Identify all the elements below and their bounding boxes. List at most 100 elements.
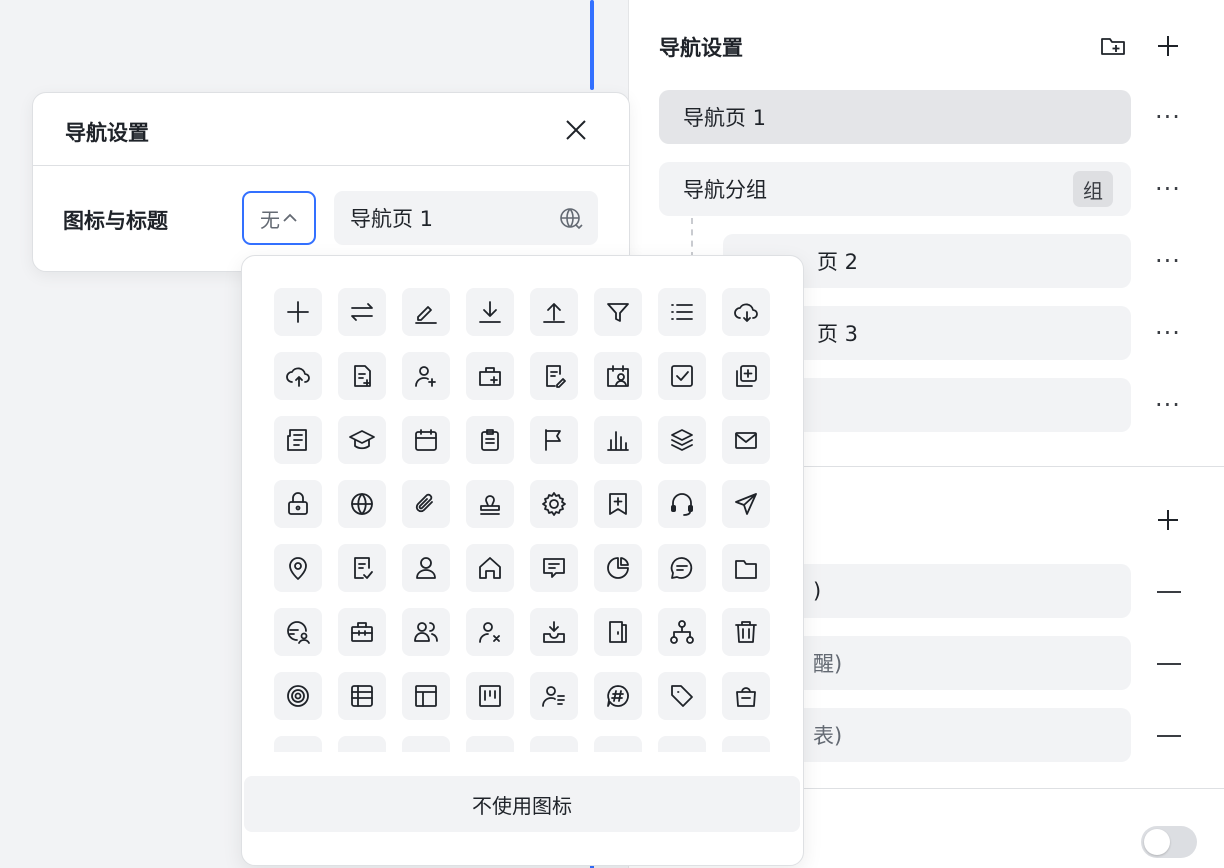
user-icon[interactable] xyxy=(402,544,450,592)
filter-icon[interactable] xyxy=(594,288,642,336)
more-icon[interactable]: ··· xyxy=(1153,102,1183,132)
hashtag-chat-icon[interactable] xyxy=(594,672,642,720)
add-item-icon[interactable] xyxy=(1154,506,1182,534)
calendar-icon[interactable] xyxy=(402,416,450,464)
globe-icon[interactable] xyxy=(338,480,386,528)
send-icon[interactable] xyxy=(722,480,770,528)
pie-chart-icon[interactable] xyxy=(594,544,642,592)
news-icon[interactable] xyxy=(274,416,322,464)
nav-item-group[interactable]: 导航分组 组 xyxy=(659,162,1131,216)
briefcase-add-icon[interactable] xyxy=(466,352,514,400)
mail-icon[interactable] xyxy=(722,416,770,464)
more-icon[interactable]: ··· xyxy=(1153,318,1183,348)
plus-icon[interactable] xyxy=(274,288,322,336)
icon-option[interactable] xyxy=(722,736,770,752)
download-icon[interactable] xyxy=(466,288,514,336)
nav-item-label: 页 3 xyxy=(817,322,859,346)
more-icon[interactable]: ··· xyxy=(1153,246,1183,276)
copy-add-icon[interactable] xyxy=(722,352,770,400)
org-chart-icon[interactable] xyxy=(658,608,706,656)
add-folder-icon[interactable] xyxy=(1099,32,1127,60)
layout-icon[interactable] xyxy=(402,672,450,720)
edit-icon[interactable] xyxy=(402,288,450,336)
flag-icon[interactable] xyxy=(530,416,578,464)
selection-indicator xyxy=(590,0,594,90)
table-icon[interactable] xyxy=(338,672,386,720)
panel-title: 导航设置 xyxy=(659,36,743,60)
folder-icon[interactable] xyxy=(722,544,770,592)
title-input[interactable]: 导航页 1 xyxy=(334,191,598,245)
nav-item-label: 页 2 xyxy=(817,250,859,274)
user-add-icon[interactable] xyxy=(402,352,450,400)
location-icon[interactable] xyxy=(274,544,322,592)
section-item-label: 表) xyxy=(813,724,843,748)
checkbox-icon[interactable] xyxy=(658,352,706,400)
language-icon[interactable] xyxy=(558,206,584,232)
icon-option[interactable] xyxy=(402,736,450,752)
clipboard-icon[interactable] xyxy=(466,416,514,464)
toggle-knob xyxy=(1144,829,1170,855)
bar-chart-icon[interactable] xyxy=(594,416,642,464)
more-icon[interactable]: ··· xyxy=(1153,390,1183,420)
more-icon[interactable]: ··· xyxy=(1153,174,1183,204)
close-icon[interactable] xyxy=(561,115,591,145)
icon-grid xyxy=(274,288,774,752)
group-badge: 组 xyxy=(1073,171,1113,207)
chat-icon[interactable] xyxy=(658,544,706,592)
kanban-icon[interactable] xyxy=(466,672,514,720)
icon-option[interactable] xyxy=(466,736,514,752)
nav-item-label: 导航分组 xyxy=(683,178,767,202)
tag-icon[interactable] xyxy=(658,672,706,720)
trash-icon[interactable] xyxy=(722,608,770,656)
toggle-switch[interactable] xyxy=(1141,826,1197,858)
icon-option[interactable] xyxy=(594,736,642,752)
icon-option[interactable] xyxy=(338,736,386,752)
stamp-icon[interactable] xyxy=(466,480,514,528)
chat-user-icon[interactable] xyxy=(274,608,322,656)
nav-item-label: 导航页 1 xyxy=(683,106,767,130)
message-icon[interactable] xyxy=(530,544,578,592)
target-icon[interactable] xyxy=(274,672,322,720)
icon-option[interactable] xyxy=(658,736,706,752)
icon-option[interactable] xyxy=(274,736,322,752)
remove-icon[interactable] xyxy=(1157,735,1181,737)
layers-icon[interactable] xyxy=(658,416,706,464)
doc-edit-icon[interactable] xyxy=(530,352,578,400)
cloud-upload-icon[interactable] xyxy=(274,352,322,400)
users-icon[interactable] xyxy=(402,608,450,656)
doc-check-icon[interactable] xyxy=(338,544,386,592)
bookmark-add-icon[interactable] xyxy=(594,480,642,528)
attachment-icon[interactable] xyxy=(402,480,450,528)
cloud-download-icon[interactable] xyxy=(722,288,770,336)
lock-icon[interactable] xyxy=(274,480,322,528)
shopping-bag-icon[interactable] xyxy=(722,672,770,720)
list-icon[interactable] xyxy=(658,288,706,336)
icon-select-button[interactable]: 无 xyxy=(242,191,316,245)
section-item-label: 醒) xyxy=(813,652,843,676)
icon-picker-popover: 不使用图标 xyxy=(241,255,804,866)
toolbox-icon[interactable] xyxy=(338,608,386,656)
dialog-header: 导航设置 xyxy=(33,93,629,166)
graduation-cap-icon[interactable] xyxy=(338,416,386,464)
doc-add-icon[interactable] xyxy=(338,352,386,400)
user-list-icon[interactable] xyxy=(530,672,578,720)
remove-icon[interactable] xyxy=(1157,663,1181,665)
icon-select-value: 无 xyxy=(260,207,280,232)
icon-option[interactable] xyxy=(530,736,578,752)
title-input-value: 导航页 1 xyxy=(350,207,434,231)
user-remove-icon[interactable] xyxy=(466,608,514,656)
nav-item-page-1[interactable]: 导航页 1 xyxy=(659,90,1131,144)
calendar-user-icon[interactable] xyxy=(594,352,642,400)
inbox-download-icon[interactable] xyxy=(530,608,578,656)
home-icon[interactable] xyxy=(466,544,514,592)
dialog-title: 导航设置 xyxy=(65,121,149,145)
no-icon-button[interactable]: 不使用图标 xyxy=(244,776,800,832)
remove-icon[interactable] xyxy=(1157,591,1181,593)
swap-icon[interactable] xyxy=(338,288,386,336)
door-icon[interactable] xyxy=(594,608,642,656)
add-page-icon[interactable] xyxy=(1154,32,1182,60)
nav-settings-dialog: 导航设置 图标与标题 无 导航页 1 xyxy=(32,92,630,272)
upload-icon[interactable] xyxy=(530,288,578,336)
gear-icon[interactable] xyxy=(530,480,578,528)
headset-icon[interactable] xyxy=(658,480,706,528)
